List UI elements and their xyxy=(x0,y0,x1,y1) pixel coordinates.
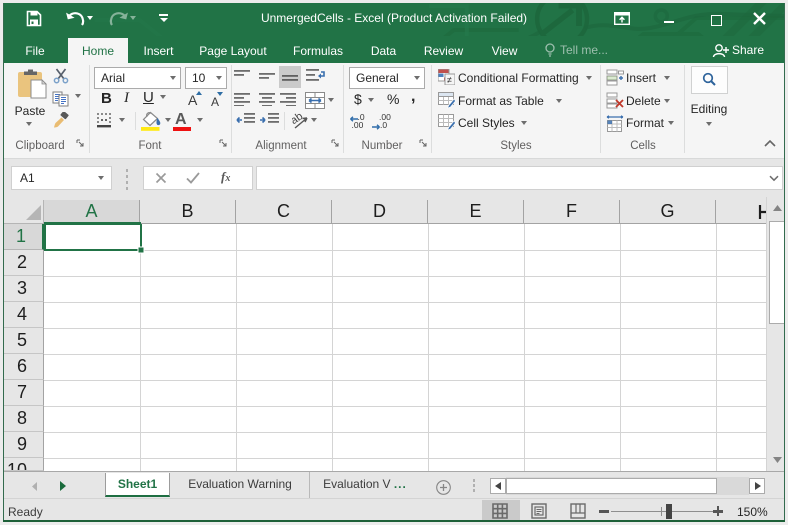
svg-text:≠: ≠ xyxy=(447,75,452,85)
